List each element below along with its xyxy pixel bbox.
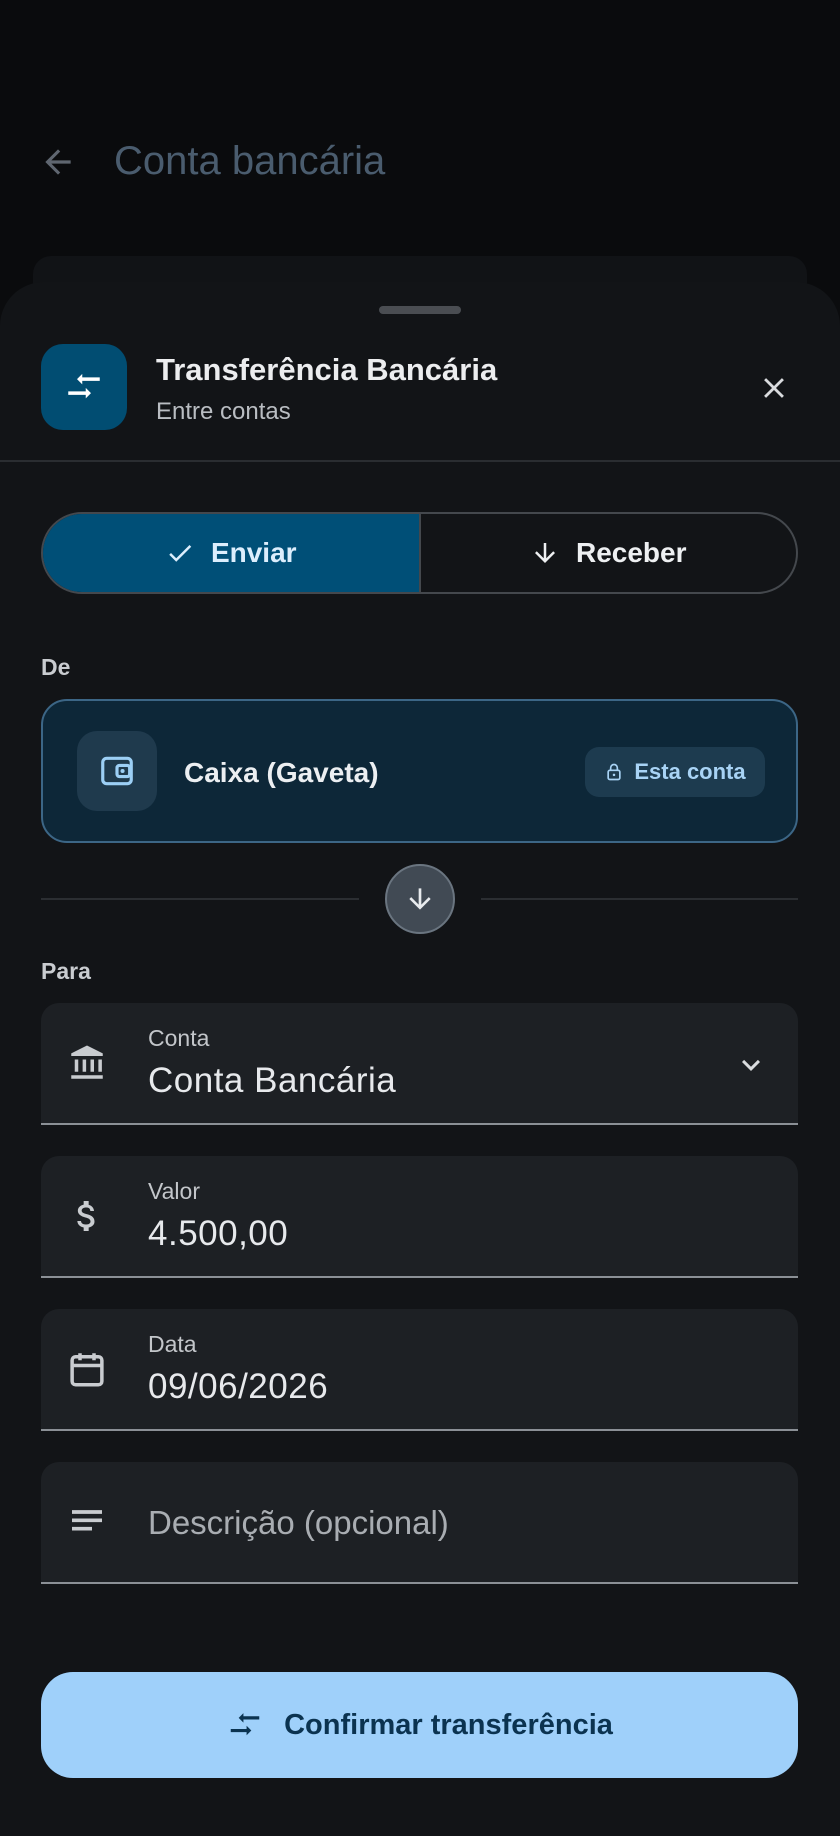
swap-icon (230, 1713, 260, 1736)
sheet-title: Transferência Bancária (156, 352, 498, 387)
header-divider (0, 460, 840, 462)
background-title: Conta bancária (114, 139, 386, 183)
date-field-value: 09/06/2026 (148, 1367, 329, 1406)
lock-icon (607, 763, 622, 781)
from-account-name: Caixa (Gaveta) (184, 757, 379, 788)
arrow-down-icon (534, 543, 555, 563)
current-account-badge: Esta conta (585, 747, 765, 797)
bank-icon (71, 1045, 103, 1079)
confirm-label: Confirmar transferência (284, 1708, 613, 1741)
send-label: Enviar (210, 537, 297, 568)
account-select[interactable]: Conta Conta Bancária (41, 1003, 798, 1125)
chevron-down-icon (742, 1059, 760, 1071)
send-segment[interactable]: Enviar (43, 514, 419, 592)
sheet-subtitle: Entre contas (156, 398, 291, 425)
direction-indicator (385, 864, 455, 934)
from-label: De (41, 654, 71, 680)
account-field-value: Conta Bancária (148, 1061, 397, 1100)
amount-field-label: Valor (148, 1178, 200, 1204)
back-button[interactable] (36, 140, 80, 184)
calendar-icon-wrap (65, 1347, 109, 1391)
close-button[interactable] (752, 366, 796, 410)
arrow-down-icon (409, 888, 431, 910)
receive-label: Receber (575, 537, 687, 568)
separator-left (41, 898, 359, 900)
receive-segment[interactable]: Receber (418, 514, 797, 592)
dollar-icon (77, 1201, 95, 1231)
from-account-card: Caixa (Gaveta) Esta conta (41, 699, 798, 843)
date-field[interactable]: Data 09/06/2026 (41, 1309, 798, 1431)
drag-handle[interactable] (379, 306, 461, 314)
wallet-icon (101, 756, 133, 786)
separator-right (481, 898, 798, 900)
dollar-icon-wrap (65, 1194, 109, 1238)
arrow-left-icon (45, 149, 71, 175)
to-label: Para (41, 958, 91, 984)
transfer-avatar (41, 344, 127, 430)
notes-icon (72, 1510, 102, 1531)
description-placeholder: Descrição (opcional) (148, 1504, 449, 1541)
description-field[interactable]: Descrição (opcional) (41, 1462, 798, 1584)
badge-label: Esta conta (634, 759, 746, 784)
transfer-bottom-sheet: Transferência Bancária Entre contas Envi… (0, 282, 840, 1836)
confirm-transfer-button[interactable]: Confirmar transferência (41, 1672, 798, 1778)
bank-icon-wrap (65, 1041, 109, 1085)
notes-icon-wrap (65, 1500, 109, 1544)
swap-icon (68, 373, 100, 399)
calendar-icon (70, 1353, 104, 1387)
amount-field-value: 4.500,00 (148, 1214, 289, 1253)
direction-toggle: Enviar Receber (41, 512, 798, 594)
amount-field[interactable]: Valor 4.500,00 (41, 1156, 798, 1278)
chevron-down-icon-wrap (731, 1045, 771, 1085)
account-field-label: Conta (148, 1025, 210, 1051)
wallet-icon-box (77, 731, 157, 811)
close-icon (764, 378, 784, 398)
check-icon (169, 545, 192, 562)
date-field-label: Data (148, 1331, 197, 1357)
